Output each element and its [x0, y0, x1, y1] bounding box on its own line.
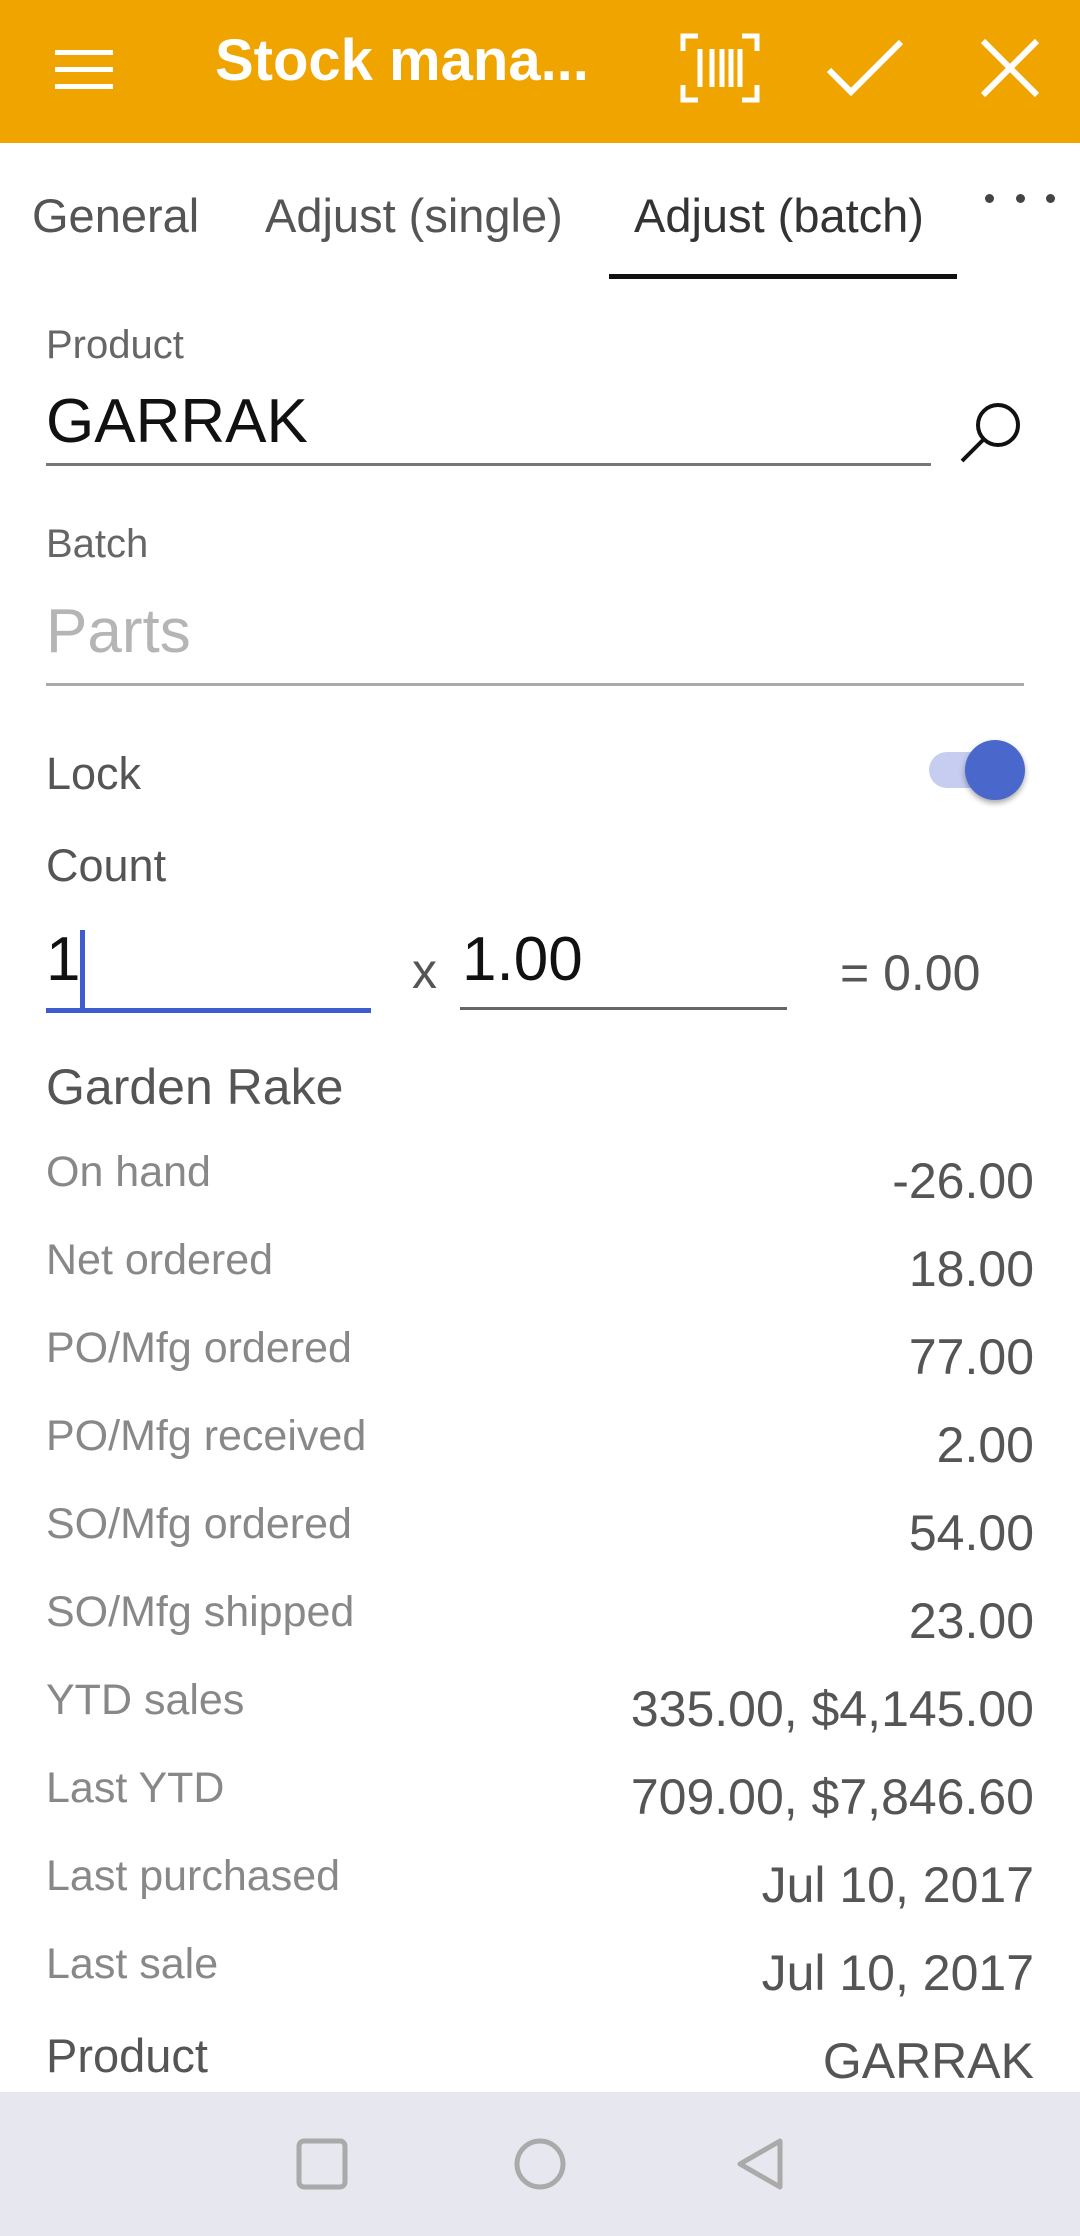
- detail-row-on-hand: On hand -26.00: [46, 1148, 1034, 1209]
- detail-row-last-purchased: Last purchased Jul 10, 2017: [46, 1852, 1034, 1913]
- batch-input[interactable]: Parts: [46, 596, 191, 667]
- lock-toggle[interactable]: [925, 738, 1025, 800]
- tab-bar: General Adjust (single) Adjust (batch): [0, 143, 1080, 283]
- app-bar: Stock mana...: [0, 0, 1080, 143]
- barcode-scan-icon[interactable]: [670, 18, 770, 118]
- tab-adjust-batch[interactable]: Adjust (batch): [634, 188, 924, 243]
- detail-label: PO/Mfg ordered: [46, 1324, 352, 1372]
- detail-value: Jul 10, 2017: [761, 1945, 1034, 2001]
- factor-underline: [460, 1007, 787, 1010]
- detail-label: Net ordered: [46, 1236, 274, 1284]
- product-input[interactable]: GARRAK: [46, 386, 308, 457]
- detail-label: Last purchased: [46, 1852, 341, 1900]
- result-value: = 0.00: [840, 945, 981, 1001]
- more-options-icon[interactable]: [985, 178, 1055, 218]
- detail-label: Last YTD: [46, 1764, 225, 1812]
- detail-row-po-received: PO/Mfg received 2.00: [46, 1412, 1034, 1473]
- count-value: 1: [46, 925, 81, 994]
- detail-value: 2.00: [936, 1417, 1034, 1473]
- detail-value: GARRAK: [822, 2033, 1034, 2089]
- detail-row-ytd-sales: YTD sales 335.00, $4,145.00: [46, 1676, 1034, 1737]
- batch-label: Batch: [46, 522, 149, 566]
- detail-label: Product: [46, 2029, 208, 2082]
- detail-row-po-ordered: PO/Mfg ordered 77.00: [46, 1324, 1034, 1385]
- detail-value: 335.00, $4,145.00: [630, 1681, 1034, 1737]
- count-input[interactable]: 1: [46, 918, 371, 1013]
- tab-adjust-single[interactable]: Adjust (single): [265, 188, 563, 243]
- detail-value: 18.00: [908, 1241, 1034, 1297]
- detail-row-last-sale: Last sale Jul 10, 2017: [46, 1940, 1034, 2001]
- tab-general[interactable]: General: [32, 188, 199, 243]
- multiply-symbol: x: [412, 943, 437, 999]
- detail-row-so-ordered: SO/Mfg ordered 54.00: [46, 1500, 1034, 1561]
- home-circle-icon[interactable]: [510, 2134, 570, 2194]
- detail-row-net-ordered: Net ordered 18.00: [46, 1236, 1034, 1297]
- detail-label: SO/Mfg shipped: [46, 1588, 355, 1636]
- detail-label: PO/Mfg received: [46, 1412, 367, 1460]
- lock-label: Lock: [46, 748, 142, 799]
- recents-square-icon[interactable]: [292, 2134, 352, 2194]
- search-icon[interactable]: [950, 395, 1030, 475]
- detail-value: Jul 10, 2017: [761, 1857, 1034, 1913]
- factor-value: 1.00: [462, 925, 583, 994]
- factor-input[interactable]: 1.00: [460, 918, 787, 1010]
- close-icon[interactable]: [960, 18, 1060, 118]
- product-description: Garden Rake: [46, 1059, 344, 1115]
- detail-label: Last sale: [46, 1940, 219, 1988]
- system-nav-bar: [0, 2092, 1080, 2236]
- count-underline: [46, 1008, 371, 1013]
- detail-value: 709.00, $7,846.60: [630, 1769, 1034, 1825]
- detail-row-last-ytd: Last YTD 709.00, $7,846.60: [46, 1764, 1034, 1825]
- detail-value: 23.00: [908, 1593, 1034, 1649]
- detail-label: On hand: [46, 1148, 211, 1196]
- detail-value: 54.00: [908, 1505, 1034, 1561]
- app-title: Stock mana...: [215, 28, 589, 93]
- check-icon[interactable]: [815, 18, 915, 118]
- active-tab-indicator: [609, 274, 957, 279]
- product-label: Product: [46, 323, 184, 367]
- product-underline: [46, 463, 931, 466]
- detail-label: SO/Mfg ordered: [46, 1500, 352, 1548]
- detail-row-product: Product GARRAK: [46, 2028, 1034, 2089]
- back-triangle-icon[interactable]: [730, 2134, 790, 2194]
- detail-row-so-shipped: SO/Mfg shipped 23.00: [46, 1588, 1034, 1649]
- detail-label: YTD sales: [46, 1676, 245, 1724]
- menu-icon[interactable]: [40, 20, 130, 120]
- batch-underline: [46, 683, 1024, 686]
- count-label: Count: [46, 840, 167, 891]
- text-caret: [80, 930, 85, 1010]
- detail-value: -26.00: [892, 1153, 1034, 1209]
- detail-value: 77.00: [908, 1329, 1034, 1385]
